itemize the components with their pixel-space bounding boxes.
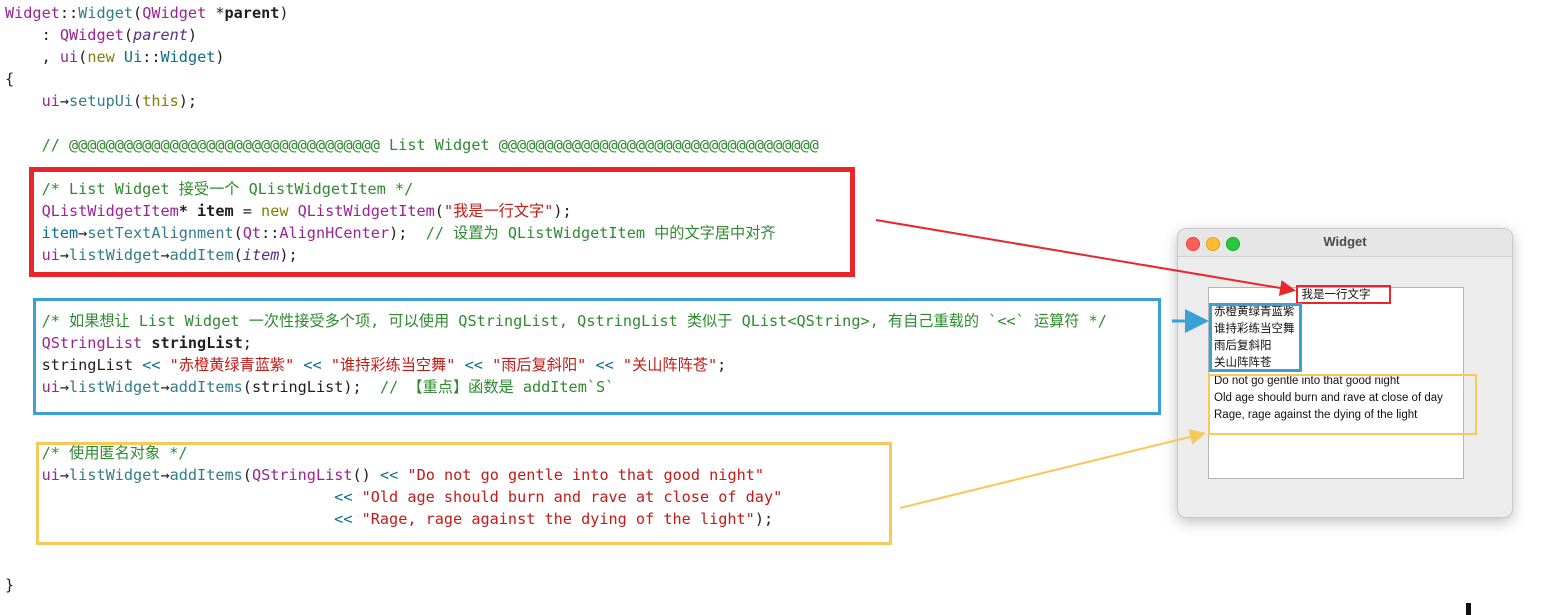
text-cursor xyxy=(1466,603,1471,615)
red-arrow xyxy=(875,219,1296,296)
annotation-arrows xyxy=(875,219,1296,509)
yellow-arrow xyxy=(899,429,1206,509)
